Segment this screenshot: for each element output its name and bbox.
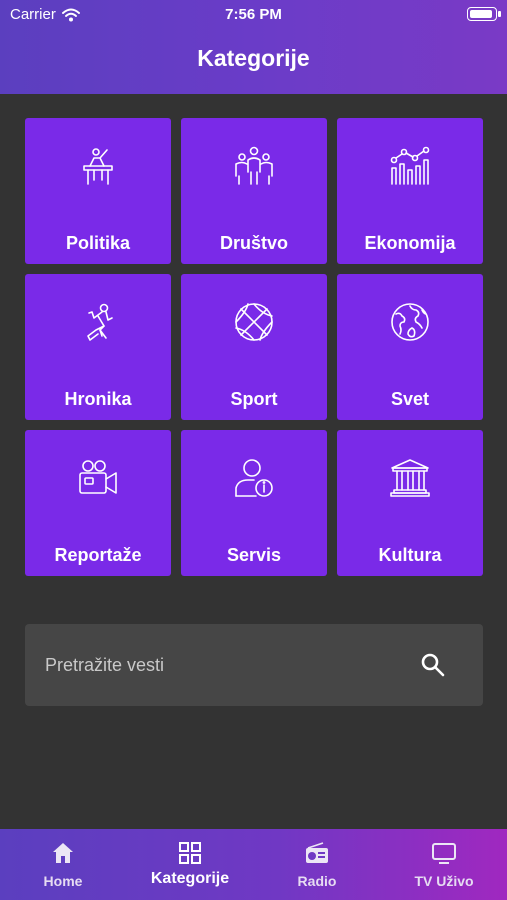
radio-icon bbox=[306, 842, 328, 863]
status-bar: Carrier 7:56 PM bbox=[0, 0, 507, 28]
globe-icon bbox=[391, 303, 429, 341]
tab-label: Radio bbox=[297, 873, 337, 889]
tab-label: Kategorije bbox=[150, 870, 230, 887]
category-tile-servis[interactable]: Servis bbox=[181, 430, 327, 576]
tab-label: Home bbox=[43, 873, 83, 889]
user-info-icon bbox=[235, 459, 273, 497]
category-tile-ekonomija[interactable]: Ekonomija bbox=[337, 118, 483, 264]
search-bar bbox=[25, 624, 483, 706]
video-camera-icon bbox=[79, 460, 117, 494]
tab-tv-uzivo[interactable]: TV Uživo bbox=[381, 829, 507, 900]
home-icon bbox=[53, 843, 73, 863]
category-label: Politika bbox=[65, 233, 131, 253]
category-tile-hronika[interactable]: Hronika bbox=[25, 274, 171, 420]
category-tile-svet[interactable]: Svet bbox=[337, 274, 483, 420]
category-label: Hronika bbox=[64, 389, 132, 409]
category-label: Kultura bbox=[378, 545, 442, 565]
bar-chart-trend-icon bbox=[390, 146, 430, 185]
people-group-icon bbox=[235, 146, 273, 185]
category-grid: Politika Društvo Ekonomija Hronika Sport… bbox=[25, 118, 483, 576]
category-tile-politika[interactable]: Politika bbox=[25, 118, 171, 264]
podium-speaker-icon bbox=[83, 148, 113, 185]
category-tile-kultura[interactable]: Kultura bbox=[337, 430, 483, 576]
app-header: Carrier 7:56 PM Kategorije bbox=[0, 0, 507, 94]
tv-icon bbox=[432, 843, 456, 864]
bottom-tab-bar: Home Kategorije Radio TV Uživo bbox=[0, 829, 507, 900]
crime-scene-body-icon bbox=[87, 303, 113, 341]
museum-icon bbox=[390, 459, 430, 497]
category-label: Ekonomija bbox=[364, 233, 456, 253]
grid-icon bbox=[179, 842, 201, 864]
basketball-icon bbox=[235, 303, 273, 341]
category-label: Sport bbox=[230, 389, 278, 409]
tab-radio[interactable]: Radio bbox=[254, 829, 380, 900]
battery-icon bbox=[467, 7, 501, 21]
category-tile-drustvo[interactable]: Društvo bbox=[181, 118, 327, 264]
tab-kategorije[interactable]: Kategorije bbox=[127, 829, 253, 900]
category-tile-reportaze[interactable]: Reportaže bbox=[25, 430, 171, 576]
search-icon[interactable] bbox=[419, 651, 447, 679]
status-time: 7:56 PM bbox=[225, 6, 282, 23]
category-label: Svet bbox=[390, 389, 430, 409]
category-tile-sport[interactable]: Sport bbox=[181, 274, 327, 420]
search-input[interactable] bbox=[45, 649, 405, 681]
category-label: Društvo bbox=[219, 233, 288, 253]
tab-home[interactable]: Home bbox=[0, 829, 126, 900]
category-label: Servis bbox=[226, 545, 282, 565]
page-title: Kategorije bbox=[197, 45, 310, 71]
tab-label: TV Uživo bbox=[414, 873, 474, 889]
category-label: Reportaže bbox=[54, 545, 142, 565]
